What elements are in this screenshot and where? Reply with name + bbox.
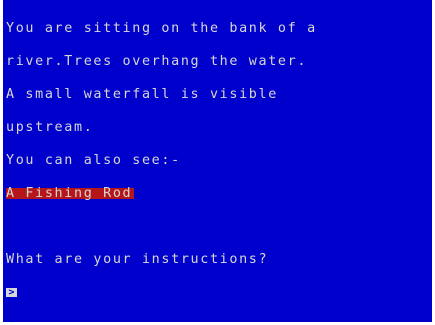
text-output: You are sitting on the bank of a river.T… [6, 1, 432, 320]
description-line: upstream. [6, 120, 94, 135]
prompt-text: What are your instructions? [6, 252, 269, 267]
command-input-row[interactable]: > [6, 287, 432, 298]
description-line: A small waterfall is visible [6, 87, 278, 102]
item-row: A Fishing Rod [6, 186, 432, 201]
item-fishing-rod: A Fishing Rod [6, 186, 135, 201]
cursor-icon: > [6, 288, 17, 298]
description-line: river.Trees overhang the water. [6, 54, 308, 69]
see-label: You can also see:- [6, 153, 181, 168]
description-line: You are sitting on the bank of a [6, 21, 317, 36]
game-screen: You are sitting on the bank of a river.T… [3, 0, 432, 322]
